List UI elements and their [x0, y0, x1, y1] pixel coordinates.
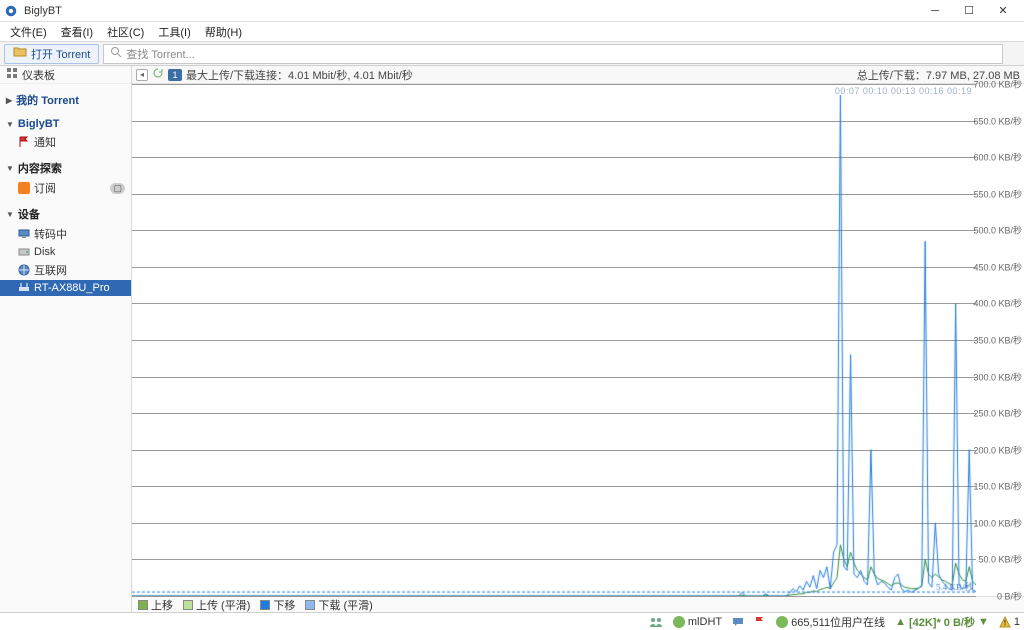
chart-canvas — [132, 84, 976, 596]
sidebar-item-disk[interactable]: Disk — [0, 244, 131, 260]
y-axis-label: 450.0 KB/秒 — [973, 260, 1024, 273]
sidebar-group-mytorrents[interactable]: ▶ 我的 Torrent — [0, 90, 131, 110]
y-axis-label: 600.0 KB/秒 — [973, 151, 1024, 164]
y-axis-label: 700.0 KB/秒 — [973, 78, 1024, 91]
y-axis-label: 350.0 KB/秒 — [973, 334, 1024, 347]
sidebar-group-discovery[interactable]: ▼ 内容探索 — [0, 158, 131, 178]
chevron-down-icon: ▼ — [6, 210, 14, 219]
chat-icon — [732, 616, 744, 628]
y-axis-label: 500.0 KB/秒 — [973, 224, 1024, 237]
chevron-down-icon: ▼ — [6, 164, 14, 173]
status-users[interactable]: 665,511位用户在线 — [776, 614, 885, 630]
open-torrent-button[interactable]: 打开 Torrent — [4, 44, 99, 64]
speed-chart: 700.0 KB/秒650.0 KB/秒600.0 KB/秒550.0 KB/秒… — [132, 84, 1024, 596]
window-title: BiglyBT — [24, 5, 918, 17]
sidebar: 仪表板 ▶ 我的 Torrent ▼ BiglyBT 通知 ▼ 内 — [0, 66, 132, 612]
flag-icon — [754, 616, 766, 628]
y-axis-label: 400.0 KB/秒 — [973, 297, 1024, 310]
status-flag[interactable] — [754, 616, 766, 628]
status-friends[interactable] — [649, 616, 663, 628]
status-warnings[interactable]: 1 — [999, 616, 1020, 628]
add-pill[interactable]: ▢ — [110, 183, 125, 194]
up-arrow-icon: ▲ — [895, 616, 906, 628]
sidebar-group-biglybt[interactable]: ▼ BiglyBT — [0, 116, 131, 132]
chart-legend: 上移 上传 (平滑) 下移 下载 (平滑) — [132, 596, 1024, 612]
globe-icon — [18, 264, 30, 276]
count-badge: 1 — [168, 69, 182, 81]
main-pane: ◂ 1 最大上传/下载连接：4.01 Mbit/秒, 4.01 Mbit/秒 总… — [132, 66, 1024, 612]
y-axis-label: 550.0 KB/秒 — [973, 187, 1024, 200]
sidebar-group-label: BiglyBT — [18, 118, 60, 130]
sidebar-item-label: 通知 — [34, 134, 56, 150]
y-axis-label: 650.0 KB/秒 — [973, 114, 1024, 127]
sidebar-item-subscriptions[interactable]: 订阅 ▢ — [0, 178, 131, 198]
legend-download-smooth[interactable]: 下载 (平滑) — [305, 597, 372, 613]
dashboard-icon — [6, 67, 18, 82]
statusbar: mlDHT 665,511位用户在线 ▲ [42K]* 0 B/秒 ▼ 1 — [0, 612, 1024, 630]
maximize-button[interactable]: ☐ — [952, 1, 986, 21]
chevron-down-icon: ▼ — [6, 120, 14, 129]
sidebar-item-label: RT-AX88U_Pro — [34, 282, 110, 294]
sidebar-item-label: Disk — [34, 246, 55, 258]
dashboard-label: 仪表板 — [22, 67, 55, 83]
chevron-right-icon: ▶ — [6, 96, 12, 105]
sidebar-group-label: 内容探索 — [18, 160, 62, 176]
sidebar-item-internet[interactable]: 互联网 — [0, 260, 131, 280]
menu-file[interactable]: 文件(E) — [4, 22, 53, 42]
folder-open-icon — [13, 46, 27, 61]
menu-help[interactable]: 帮助(H) — [199, 22, 248, 42]
toolbar: 打开 Torrent 查找 Torrent... — [0, 42, 1024, 66]
status-mldht[interactable]: mlDHT — [673, 616, 722, 628]
sidebar-group-label: 我的 Torrent — [16, 92, 79, 108]
dot-icon — [776, 616, 788, 628]
menubar: 文件(E) 查看(I) 社区(C) 工具(I) 帮助(H) — [0, 22, 1024, 42]
y-axis-label: 150.0 KB/秒 — [973, 480, 1024, 493]
flag-icon — [18, 136, 30, 148]
status-chat[interactable] — [732, 616, 744, 628]
dashboard-row[interactable]: 仪表板 — [0, 66, 131, 84]
max-speed-label: 最大上传/下载连接：4.01 Mbit/秒, 4.01 Mbit/秒 — [186, 67, 413, 83]
y-axis-label: 50.0 KB/秒 — [978, 553, 1024, 566]
y-axis-label: 200.0 KB/秒 — [973, 443, 1024, 456]
status-level[interactable]: ▲ [42K]* 0 B/秒 ▼ — [895, 614, 989, 630]
y-axis-label: 0 B/秒 — [997, 590, 1024, 603]
menu-community[interactable]: 社区(C) — [101, 22, 150, 42]
dot-icon — [673, 616, 685, 628]
sidebar-group-label: 设备 — [18, 206, 40, 222]
y-axis-label: 100.0 KB/秒 — [973, 516, 1024, 529]
sidebar-item-label: 订阅 — [34, 180, 56, 196]
warning-icon — [999, 616, 1011, 628]
collapse-left-icon[interactable]: ◂ — [136, 69, 148, 81]
legend-download[interactable]: 下移 — [260, 597, 295, 613]
search-input[interactable]: 查找 Torrent... — [103, 44, 1003, 64]
menu-tools[interactable]: 工具(I) — [152, 22, 196, 42]
sidebar-item-notifications[interactable]: 通知 — [0, 132, 131, 152]
close-button[interactable]: ✕ — [986, 1, 1020, 21]
y-axis-label: 300.0 KB/秒 — [973, 370, 1024, 383]
screen-icon — [18, 228, 30, 240]
y-axis-label: 250.0 KB/秒 — [973, 407, 1024, 420]
sidebar-item-transcoding[interactable]: 转码中 — [0, 224, 131, 244]
rss-icon — [18, 182, 30, 194]
menu-view[interactable]: 查看(I) — [55, 22, 99, 42]
disk-icon — [18, 246, 30, 258]
friends-icon — [649, 616, 663, 628]
down-arrow-icon: ▼ — [978, 616, 989, 628]
minimize-button[interactable]: ─ — [918, 1, 952, 21]
app-icon — [4, 4, 18, 18]
sidebar-item-label: 转码中 — [34, 226, 67, 242]
legend-upload-smooth[interactable]: 上传 (平滑) — [183, 597, 250, 613]
search-icon — [110, 46, 122, 61]
sidebar-item-label: 互联网 — [34, 262, 67, 278]
info-strip: ◂ 1 最大上传/下载连接：4.01 Mbit/秒, 4.01 Mbit/秒 总… — [132, 66, 1024, 84]
open-torrent-label: 打开 Torrent — [31, 46, 90, 62]
titlebar: BiglyBT ─ ☐ ✕ — [0, 0, 1024, 22]
search-placeholder: 查找 Torrent... — [126, 46, 194, 62]
sidebar-group-devices[interactable]: ▼ 设备 — [0, 204, 131, 224]
router-icon — [18, 282, 30, 294]
refresh-icon[interactable] — [152, 67, 164, 82]
sidebar-item-router[interactable]: RT-AX88U_Pro — [0, 280, 131, 296]
legend-upload[interactable]: 上移 — [138, 597, 173, 613]
